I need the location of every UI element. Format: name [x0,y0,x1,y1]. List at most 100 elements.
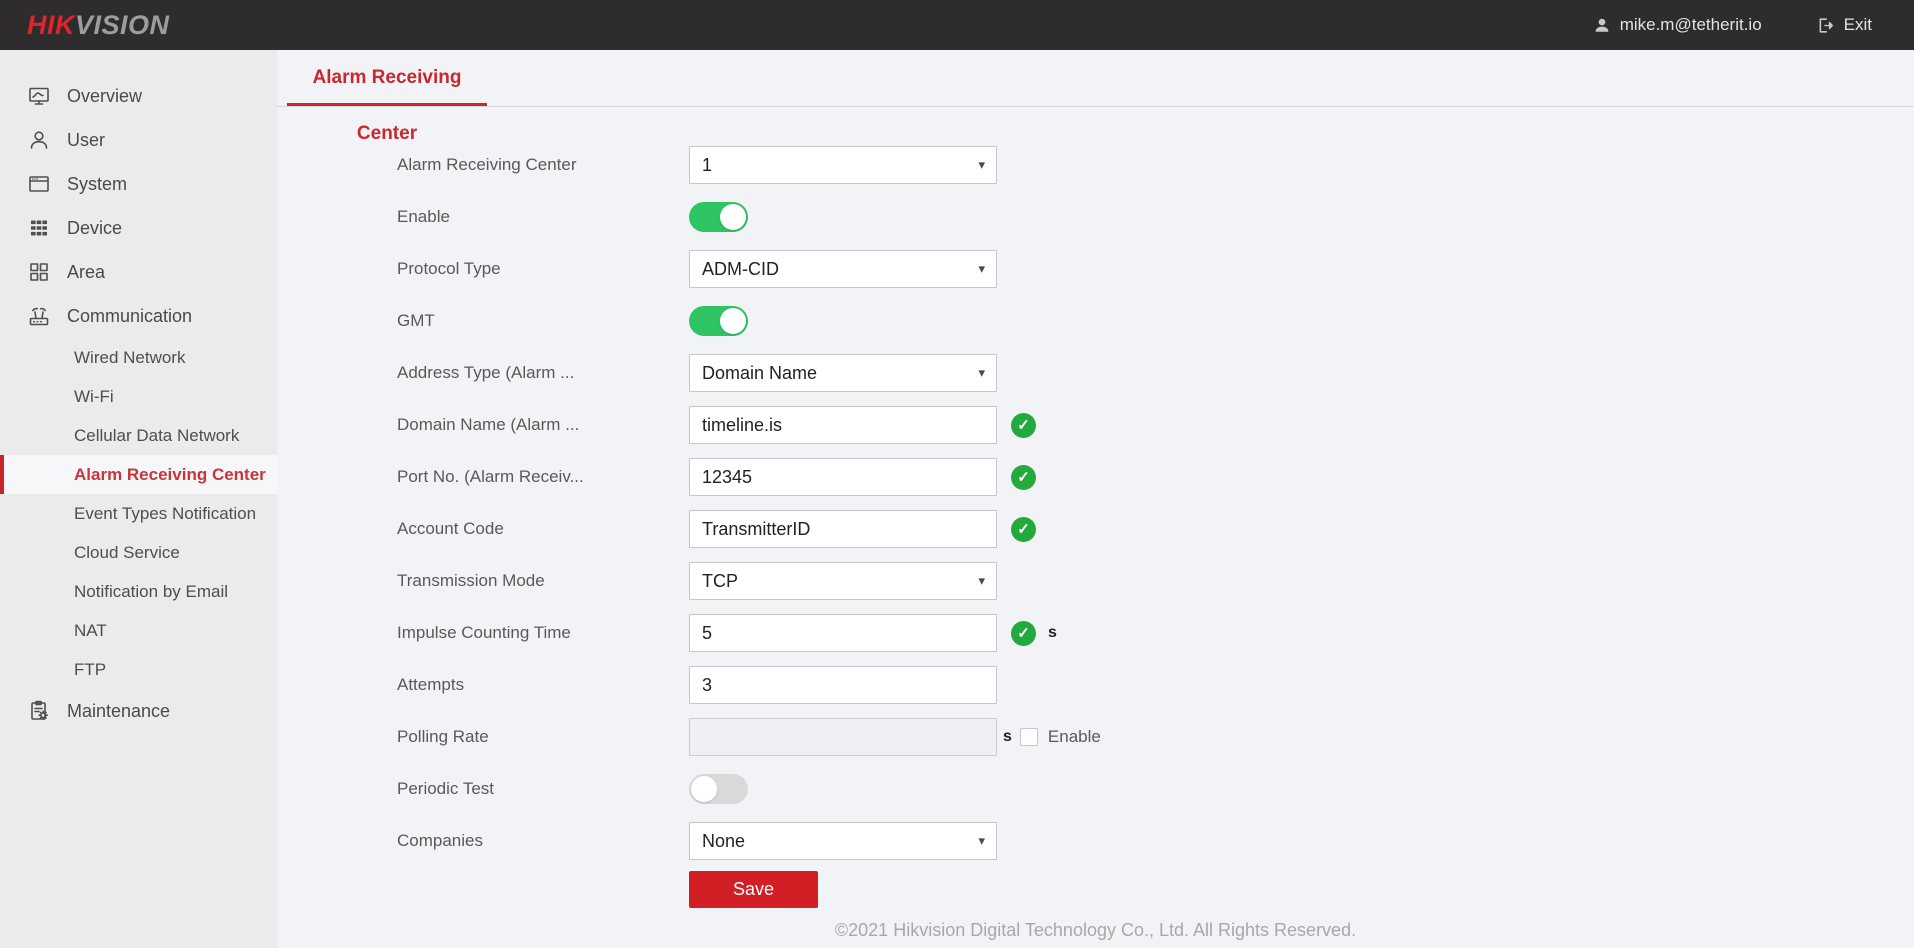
sidebar-item-label: User [67,130,105,151]
chevron-down-icon: ▾ [978,365,985,381]
impulse-counting-time-input[interactable] [689,614,997,652]
main-content: Alarm Receiving Center Alarm Receiving C… [277,50,1914,948]
form-row: Account Code ✓ [397,503,1914,555]
form-row: Impulse Counting Time ✓ s [397,607,1914,659]
sidebar-item-notification-by-email[interactable]: Notification by Email [0,572,277,611]
sidebar-item-communication[interactable]: Communication [0,294,277,338]
user-icon [27,128,51,152]
field-label: Impulse Counting Time [397,623,689,643]
attempts-input[interactable] [689,666,997,704]
exit-label: Exit [1844,15,1872,35]
sidebar: Overview User System Device Area Communi… [0,50,277,948]
form-row: Companies None ▾ [397,815,1914,867]
sidebar-item-alarm-receiving-center[interactable]: Alarm Receiving Center [0,455,277,494]
checkbox-label: Enable [1048,727,1101,747]
tab-alarm-receiving-center[interactable]: Alarm Receiving Center [287,50,487,106]
sidebar-item-area[interactable]: Area [0,250,277,294]
field-label: Protocol Type [397,259,689,279]
select-value: TCP [702,571,738,592]
protocol-type-select[interactable]: ADM-CID ▾ [689,250,997,288]
sidebar-item-label: Communication [67,306,192,327]
periodic-test-toggle[interactable] [689,774,748,804]
transmission-mode-select[interactable]: TCP ▾ [689,562,997,600]
user-email: mike.m@tetherit.io [1620,15,1762,35]
field-label: Polling Rate [397,727,689,747]
system-icon [27,172,51,196]
form-row: Attempts [397,659,1914,711]
chevron-down-icon: ▾ [978,157,985,173]
form-row: Transmission Mode TCP ▾ [397,555,1914,607]
field-label: Port No. (Alarm Receiv... [397,467,689,487]
logo-hik-text: HIK [27,10,75,40]
sidebar-item-label: Overview [67,86,142,107]
companies-select[interactable]: None ▾ [689,822,997,860]
chevron-down-icon: ▾ [978,833,985,849]
select-value: Domain Name [702,363,817,384]
top-bar: HIKVISION mike.m@tetherit.io Exit [0,0,1914,50]
sidebar-item-wifi[interactable]: Wi-Fi [0,377,277,416]
topbar-right: mike.m@tetherit.io Exit [1593,15,1914,35]
form-row: Address Type (Alarm ... Domain Name ▾ [397,347,1914,399]
toggle-knob [720,204,746,230]
address-type-select[interactable]: Domain Name ▾ [689,354,997,392]
polling-enable-checkbox[interactable] [1020,728,1038,746]
logo-vision-text: VISION [75,10,170,40]
enable-toggle[interactable] [689,202,748,232]
form-row: Polling Rate s Enable [397,711,1914,763]
form-row: Enable [397,191,1914,243]
maintenance-icon [27,699,51,723]
select-value: 1 [702,155,712,176]
field-label: Transmission Mode [397,571,689,591]
exit-button[interactable]: Exit [1816,15,1872,35]
form-row: Port No. (Alarm Receiv... ✓ [397,451,1914,503]
form-row: GMT [397,295,1914,347]
unit-suffix: s [1048,624,1057,642]
area-icon [27,260,51,284]
select-value: ADM-CID [702,259,779,280]
gmt-toggle[interactable] [689,306,748,336]
field-label: GMT [397,311,689,331]
valid-check-icon: ✓ [1011,413,1036,438]
sidebar-item-maintenance[interactable]: Maintenance [0,689,277,733]
sidebar-item-device[interactable]: Device [0,206,277,250]
field-label: Account Code [397,519,689,539]
port-no-input[interactable] [689,458,997,496]
device-icon [27,216,51,240]
sidebar-item-cellular-data-network[interactable]: Cellular Data Network [0,416,277,455]
field-label: Domain Name (Alarm ... [397,415,689,435]
user-account[interactable]: mike.m@tetherit.io [1593,15,1762,35]
save-button[interactable]: Save [689,871,818,908]
sidebar-item-label: Maintenance [67,701,170,722]
chevron-down-icon: ▾ [978,573,985,589]
toggle-knob [720,308,746,334]
form-row: Protocol Type ADM-CID ▾ [397,243,1914,295]
sidebar-item-system[interactable]: System [0,162,277,206]
sidebar-item-ftp[interactable]: FTP [0,650,277,689]
copyright-footer: ©2021 Hikvision Digital Technology Co., … [277,920,1914,941]
form-row: Periodic Test [397,763,1914,815]
sidebar-item-event-types-notification[interactable]: Event Types Notification [0,494,277,533]
sidebar-item-label: Area [67,262,105,283]
domain-name-input[interactable] [689,406,997,444]
chevron-down-icon: ▾ [978,261,985,277]
hikvision-logo: HIKVISION [27,10,170,41]
sidebar-item-wired-network[interactable]: Wired Network [0,338,277,377]
field-label: Alarm Receiving Center [397,155,689,175]
sidebar-item-label: System [67,174,127,195]
valid-check-icon: ✓ [1011,517,1036,542]
sidebar-item-user[interactable]: User [0,118,277,162]
alarm-receiving-center-select[interactable]: 1 ▾ [689,146,997,184]
sidebar-item-overview[interactable]: Overview [0,74,277,118]
sidebar-item-cloud-service[interactable]: Cloud Service [0,533,277,572]
field-label: Periodic Test [397,779,689,799]
account-code-input[interactable] [689,510,997,548]
field-label: Attempts [397,675,689,695]
select-value: None [702,831,745,852]
field-label: Address Type (Alarm ... [397,363,689,383]
field-label: Companies [397,831,689,851]
sidebar-item-label: Device [67,218,122,239]
form-row: Alarm Receiving Center 1 ▾ [397,139,1914,191]
sidebar-item-nat[interactable]: NAT [0,611,277,650]
polling-rate-input [689,718,997,756]
valid-check-icon: ✓ [1011,465,1036,490]
